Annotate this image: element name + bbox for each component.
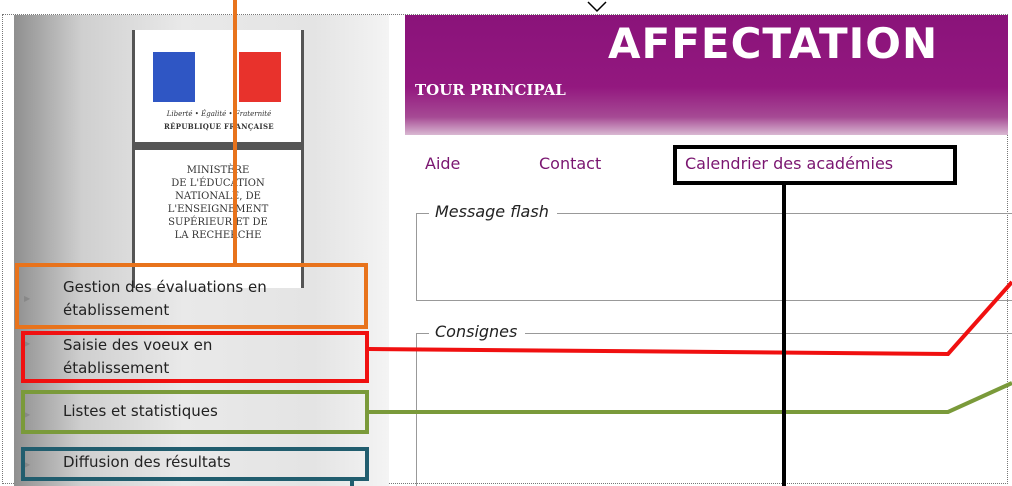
logo-motto: Liberté • Égalité • Fraternité — [166, 110, 272, 118]
annotation-box-black — [673, 145, 957, 185]
annotation-box-red — [21, 331, 369, 383]
consignes-legend: Consignes — [429, 322, 526, 341]
annotation-box-teal — [21, 447, 369, 481]
logo-divider — [135, 142, 301, 150]
app-header: AFFECTATION TOUR PRINCIPAL — [405, 15, 1008, 135]
annotation-box-green — [21, 390, 369, 434]
message-flash-panel: Message flash — [416, 202, 1012, 301]
logo-ministry: MINISTÈRE DE L'ÉDUCATION NATIONALE, DE L… — [167, 165, 269, 241]
app-subtitle: TOUR PRINCIPAL — [415, 81, 566, 99]
nav-link-aide[interactable]: Aide — [425, 154, 460, 173]
consignes-panel: Consignes — [416, 322, 1012, 486]
app-title: AFFECTATION — [608, 19, 939, 68]
ministry-logo: Liberté • Égalité • Fraternité RÉPUBLIQU… — [132, 30, 304, 288]
marianne-flag-icon — [153, 52, 281, 104]
logo-republic: RÉPUBLIQUE FRANÇAISE — [164, 122, 274, 131]
nav-link-contact[interactable]: Contact — [539, 154, 601, 173]
chevron-down-icon — [587, 1, 607, 13]
annotation-box-orange — [15, 263, 368, 329]
message-flash-legend: Message flash — [429, 202, 557, 221]
